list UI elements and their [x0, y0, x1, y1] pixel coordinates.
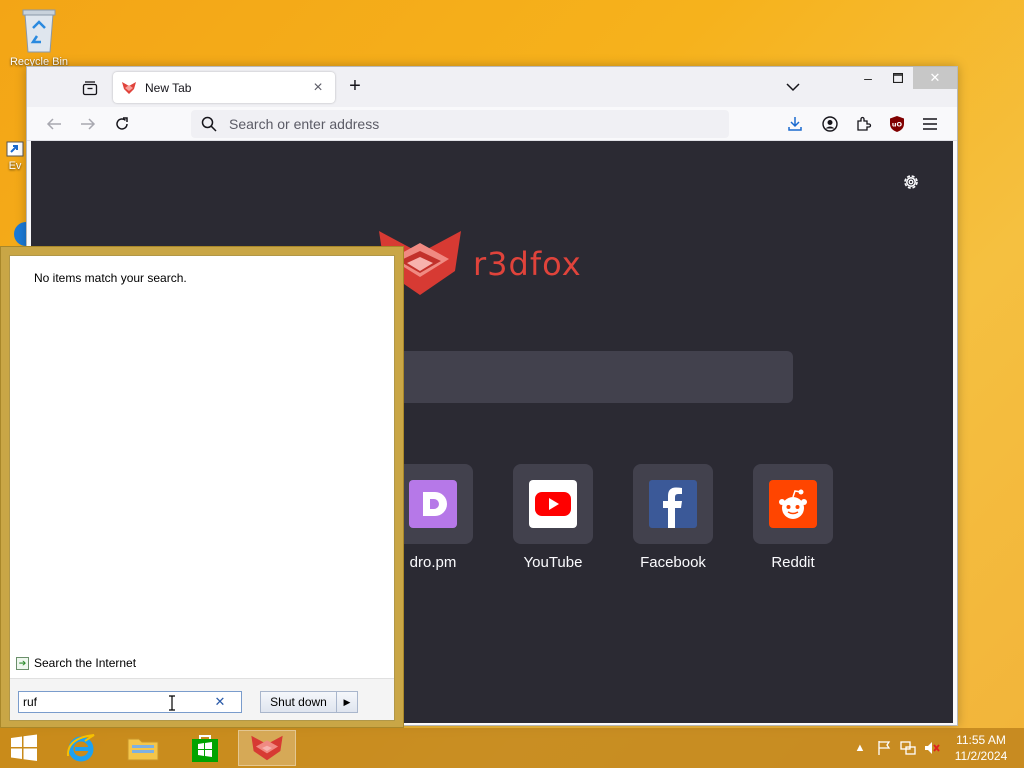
- chevron-down-icon: [786, 83, 800, 92]
- shutdown-label: Shut down: [261, 692, 337, 712]
- start-menu-bottom-bar: ✕ Shut down ▶: [10, 678, 394, 720]
- store-icon: [192, 735, 218, 762]
- taskbar-file-explorer[interactable]: [114, 730, 172, 766]
- show-hidden-icons-arrow-icon[interactable]: ▲: [848, 736, 872, 760]
- taskbar: ▲ 11:55 AM 11/2/2024: [0, 728, 1024, 768]
- system-tray: ▲: [848, 736, 944, 760]
- shutdown-options-arrow-icon[interactable]: ▶: [337, 692, 357, 712]
- shortcut-label: Facebook: [640, 554, 706, 571]
- youtube-icon: [529, 480, 577, 528]
- start-button[interactable]: [0, 728, 48, 768]
- clock-date: 11/2/2024: [954, 749, 1008, 763]
- start-search-box[interactable]: ✕: [18, 691, 242, 713]
- tab-overview-icon: [82, 81, 98, 96]
- tab-strip: New Tab × + – ✕: [27, 67, 957, 107]
- r3dfox-wordmark: r3dfox: [473, 245, 582, 283]
- window-minimize-button[interactable]: –: [853, 67, 883, 89]
- shortcut-icon: [6, 141, 24, 157]
- svg-text:uO: uO: [892, 121, 903, 129]
- app-menu-button[interactable]: [918, 112, 942, 136]
- search-internet-link[interactable]: ➔ Search the Internet: [16, 656, 136, 670]
- no-results-message: No items match your search.: [34, 271, 187, 285]
- dropm-icon: [409, 480, 457, 528]
- url-bar[interactable]: [191, 110, 729, 138]
- list-all-tabs-button[interactable]: [783, 77, 803, 97]
- shortcut-label: YouTube: [523, 554, 583, 571]
- account-icon: [822, 116, 838, 132]
- reddit-icon: [769, 480, 817, 528]
- shortcut-tile: [393, 464, 473, 544]
- facebook-icon: [649, 480, 697, 528]
- shortcut-tile: [753, 464, 833, 544]
- shortcut-tile: [633, 464, 713, 544]
- shortcut-facebook[interactable]: Facebook: [623, 464, 723, 571]
- start-menu: No items match your search. ➔ Search the…: [0, 246, 404, 728]
- url-input[interactable]: [229, 116, 709, 132]
- arrow-right-icon: ➔: [16, 656, 29, 670]
- new-tab-button[interactable]: +: [343, 75, 367, 99]
- r3dfox-favicon-icon: [121, 80, 137, 96]
- start-menu-pane: No items match your search. ➔ Search the…: [9, 255, 395, 721]
- action-center-flag-icon[interactable]: [872, 736, 896, 760]
- internet-explorer-icon: [66, 734, 95, 762]
- tab-overview-button[interactable]: [77, 76, 103, 100]
- download-icon: [788, 117, 802, 131]
- puzzle-icon: [857, 116, 872, 131]
- ublock-shield-icon: uO: [890, 116, 904, 132]
- shutdown-button[interactable]: Shut down ▶: [260, 691, 358, 713]
- gear-icon[interactable]: [901, 172, 921, 192]
- network-icon[interactable]: [896, 736, 920, 760]
- back-arrow-icon: [46, 118, 61, 130]
- downloads-button[interactable]: [783, 112, 807, 136]
- tab-new-tab[interactable]: New Tab ×: [113, 72, 335, 103]
- shortcut-label: Reddit: [771, 554, 815, 571]
- search-internet-label: Search the Internet: [34, 656, 137, 670]
- shortcut-tile: [513, 464, 593, 544]
- window-close-button[interactable]: ✕: [913, 67, 957, 89]
- extensions-button[interactable]: [852, 112, 876, 136]
- shortcut-reddit[interactable]: Reddit: [743, 464, 843, 571]
- reload-icon: [116, 117, 128, 130]
- clear-search-icon[interactable]: ✕: [213, 694, 227, 710]
- forward-arrow-icon: [81, 118, 96, 130]
- nav-toolbar: uO: [27, 107, 957, 141]
- ublock-button[interactable]: uO: [885, 112, 909, 136]
- volume-muted-icon[interactable]: [920, 736, 944, 760]
- tab-close-icon[interactable]: ×: [309, 79, 327, 96]
- shortcut-youtube[interactable]: YouTube: [503, 464, 603, 571]
- forward-button[interactable]: [75, 112, 101, 136]
- back-button[interactable]: [41, 112, 67, 136]
- clock-time: 11:55 AM: [956, 733, 1006, 747]
- desktop-icon-recycle-bin[interactable]: Recycle Bin: [6, 6, 72, 68]
- windows-logo-icon: [11, 734, 37, 761]
- folder-icon: [127, 738, 159, 761]
- account-button[interactable]: [818, 112, 842, 136]
- start-search-input[interactable]: [23, 695, 213, 709]
- taskbar-clock[interactable]: 11:55 AM 11/2/2024: [946, 732, 1016, 764]
- hamburger-menu-icon: [923, 118, 937, 130]
- taskbar-store[interactable]: [176, 730, 234, 766]
- search-icon: [201, 115, 219, 133]
- tab-title: New Tab: [145, 80, 192, 95]
- window-maximize-button[interactable]: [883, 67, 913, 89]
- taskbar-r3dfox[interactable]: [238, 730, 296, 766]
- r3dfox-icon: [251, 735, 283, 761]
- taskbar-internet-explorer[interactable]: [52, 730, 110, 766]
- reload-button[interactable]: [109, 112, 135, 136]
- text-cursor-icon: [169, 695, 175, 711]
- maximize-icon: [893, 73, 903, 83]
- recycle-bin-icon: [22, 9, 56, 53]
